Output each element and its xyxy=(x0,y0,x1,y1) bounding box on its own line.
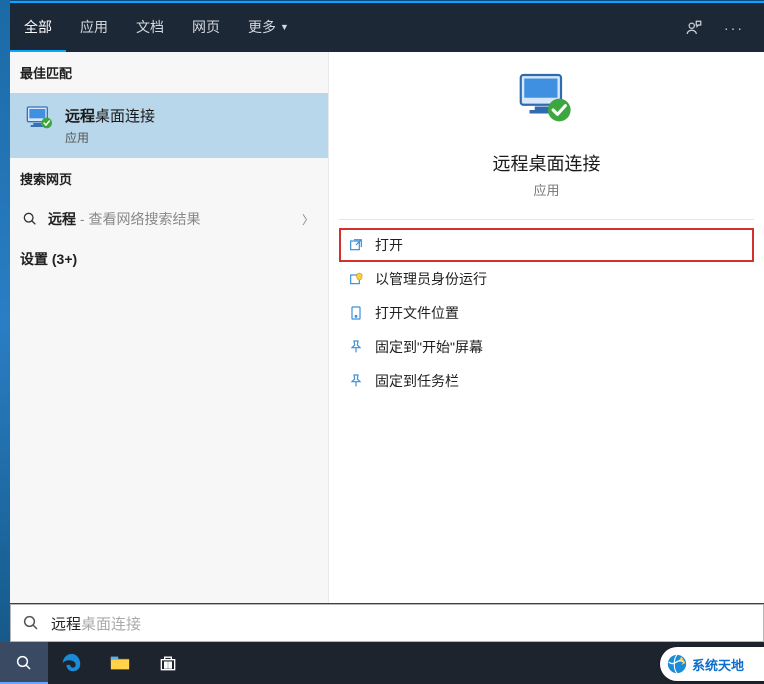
tab-docs[interactable]: 文档 xyxy=(122,3,178,52)
taskbar xyxy=(0,642,764,684)
watermark-text: 系统天地 xyxy=(692,655,744,674)
action-open-location[interactable]: 打开文件位置 xyxy=(339,296,754,330)
taskbar-edge-button[interactable] xyxy=(48,642,96,684)
remote-desktop-icon xyxy=(24,103,56,135)
web-search-label: 远程 - 查看网络搜索结果 xyxy=(48,209,200,229)
results-left-pane: 最佳匹配 远程桌面连接 应用 搜索网页 xyxy=(10,52,329,603)
taskbar-store-button[interactable] xyxy=(144,642,192,684)
best-match-title-bold: 远程 xyxy=(65,108,95,125)
edge-icon xyxy=(61,652,83,674)
globe-icon xyxy=(666,653,688,675)
tab-more-label: 更多 xyxy=(248,17,276,37)
store-icon xyxy=(158,653,178,673)
person-feedback-icon xyxy=(685,19,703,37)
search-icon xyxy=(20,211,40,227)
web-search-query: 远程 xyxy=(48,211,76,227)
web-search-row[interactable]: 远程 - 查看网络搜索结果 〉 xyxy=(10,199,328,239)
shield-icon xyxy=(345,271,367,287)
tab-more[interactable]: 更多 ▼ xyxy=(234,3,303,52)
web-search-suffix: - 查看网络搜索结果 xyxy=(76,211,200,227)
tab-all[interactable]: 全部 xyxy=(10,3,66,52)
pin-taskbar-icon xyxy=(345,373,367,389)
desktop-background-strip xyxy=(0,0,10,643)
more-options-button[interactable]: ··· xyxy=(714,3,754,52)
open-icon xyxy=(345,237,367,253)
search-filter-tabs: 全部 应用 文档 网页 更多 ▼ ··· xyxy=(10,3,764,52)
search-bar-icon xyxy=(11,614,51,632)
chevron-down-icon: ▼ xyxy=(280,22,289,32)
section-settings[interactable]: 设置 (3+) xyxy=(10,239,328,279)
action-pin-start[interactable]: 固定到"开始"屏幕 xyxy=(339,330,754,364)
section-web: 搜索网页 xyxy=(10,158,328,199)
pin-start-icon xyxy=(345,339,367,355)
best-match-subtitle: 应用 xyxy=(65,129,318,146)
search-input-text[interactable]: 远程桌面连接 xyxy=(51,613,141,634)
detail-header: 远程桌面连接 应用 xyxy=(339,68,754,220)
detail-title: 远程桌面连接 xyxy=(493,150,601,176)
action-pin-start-label: 固定到"开始"屏幕 xyxy=(375,337,483,357)
action-pin-taskbar-label: 固定到任务栏 xyxy=(375,371,459,391)
best-match-title: 远程桌面连接 xyxy=(65,105,318,126)
folder-location-icon xyxy=(345,305,367,321)
action-run-admin[interactable]: 以管理员身份运行 xyxy=(339,262,754,296)
tab-web[interactable]: 网页 xyxy=(178,3,234,52)
best-match-title-rest: 桌面连接 xyxy=(95,108,155,125)
search-icon xyxy=(15,654,33,672)
watermark-badge: 系统天地 xyxy=(660,647,764,681)
windows-search-panel: 全部 应用 文档 网页 更多 ▼ ··· 最佳匹配 xyxy=(10,1,764,603)
feedback-button[interactable] xyxy=(674,3,714,52)
search-input-bar[interactable]: 远程桌面连接 xyxy=(10,604,764,642)
detail-actions: 打开 以管理员身份运行 打开文件位置 xyxy=(339,228,754,398)
chevron-right-icon: 〉 xyxy=(302,211,314,228)
action-pin-taskbar[interactable]: 固定到任务栏 xyxy=(339,364,754,398)
best-match-item[interactable]: 远程桌面连接 应用 xyxy=(10,93,328,158)
taskbar-search-button[interactable] xyxy=(0,642,48,684)
action-open[interactable]: 打开 xyxy=(339,228,754,262)
taskbar-explorer-button[interactable] xyxy=(96,642,144,684)
action-run-admin-label: 以管理员身份运行 xyxy=(375,269,487,289)
ellipsis-icon: ··· xyxy=(724,20,744,36)
remote-desktop-large-icon xyxy=(512,68,582,138)
section-best-match: 最佳匹配 xyxy=(10,52,328,93)
action-open-location-label: 打开文件位置 xyxy=(375,303,459,323)
action-open-label: 打开 xyxy=(375,235,403,255)
tabs-spacer xyxy=(303,3,674,52)
detail-subtitle: 应用 xyxy=(533,180,559,199)
tab-apps[interactable]: 应用 xyxy=(66,3,122,52)
search-typed: 远程 xyxy=(51,616,81,633)
folder-icon xyxy=(109,652,131,674)
search-ghost: 桌面连接 xyxy=(81,616,141,633)
detail-right-pane: 远程桌面连接 应用 打开 xyxy=(329,52,764,603)
